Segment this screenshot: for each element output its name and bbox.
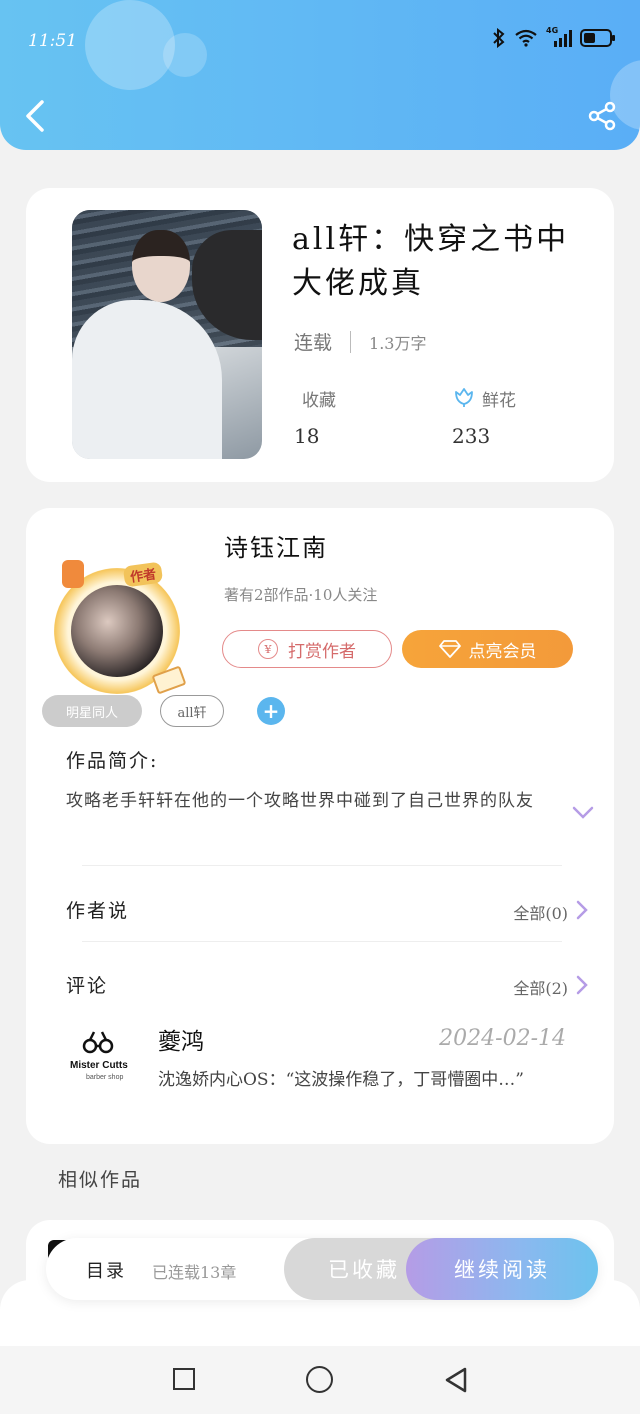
similar-works-label: 相似作品 (58, 1169, 143, 1191)
author-avatar[interactable]: 作者 (54, 560, 187, 695)
flowers-value: 233 (452, 424, 491, 448)
favorites-value: 18 (294, 424, 320, 448)
comments-all-link[interactable]: 全部(2) (513, 975, 568, 999)
flower-icon (455, 388, 473, 407)
yen-icon: ¥ (258, 639, 278, 659)
details-card: 作者 诗钰江南 著有2部作品·10人关注 ¥ 打赏作者 点亮会员 明星同人 al… (26, 508, 614, 1144)
book-title: all轩：快穿之书中大佬成真 (292, 222, 570, 301)
diamond-icon (438, 640, 461, 658)
signal-icon: 4G (546, 26, 572, 48)
home-nav-icon[interactable] (306, 1366, 333, 1393)
status-icons: 4G (492, 26, 616, 48)
back-nav-icon[interactable] (443, 1366, 469, 1394)
status-time: 11:51 (28, 31, 77, 51)
mustache-icon (82, 1031, 114, 1054)
meta-divider (350, 330, 352, 353)
book-status: 连载 (294, 332, 333, 354)
toc-button[interactable]: 目录 (86, 1257, 126, 1283)
share-icon[interactable] (586, 100, 618, 132)
decor-bubble (85, 0, 175, 90)
favorites-label: 收藏 (302, 391, 336, 411)
tag-chip[interactable]: all轩 (160, 695, 224, 727)
continue-reading-button[interactable]: 继续阅读 (406, 1238, 598, 1300)
vip-button[interactable]: 点亮会员 (402, 630, 573, 668)
book-word-count: 1.3万字 (369, 333, 427, 353)
commenter-avatar[interactable]: Mister Cutts barber shop (66, 1028, 130, 1092)
tag-chip[interactable]: 明星同人 (42, 695, 142, 727)
comment-text[interactable]: 沈逸娇内心OS：“这波操作稳了，丁哥懵圈中…” (158, 1066, 568, 1094)
back-icon[interactable] (22, 98, 50, 134)
flowers-label: 鲜花 (482, 391, 516, 411)
tip-author-button[interactable]: ¥ 打赏作者 (222, 630, 392, 668)
lantern-decor (62, 560, 84, 588)
divider (82, 941, 562, 942)
bluetooth-icon (493, 28, 505, 48)
recents-nav-icon[interactable] (173, 1368, 195, 1390)
commenter-logo-sub: barber shop (86, 1074, 124, 1081)
comments-label: 评论 (66, 975, 109, 997)
battery-icon (580, 29, 615, 47)
intro-label: 作品简介: (66, 750, 159, 772)
add-tag-button[interactable]: + (257, 697, 285, 725)
bottom-action-bar: 目录 已连载13章 已收藏 继续阅读 (46, 1238, 598, 1300)
divider (82, 865, 562, 866)
header: 11:51 4G (0, 0, 640, 150)
chevron-right-icon[interactable] (576, 900, 588, 920)
chapter-count: 已连载13章 (152, 1263, 237, 1282)
chevron-down-icon[interactable] (572, 806, 594, 820)
tip-author-label: 打赏作者 (288, 641, 356, 662)
decor-bubble (163, 33, 207, 77)
wifi-icon (515, 29, 537, 47)
chevron-right-icon[interactable] (576, 975, 588, 995)
vip-button-label: 点亮会员 (468, 641, 537, 662)
author-name[interactable]: 诗钰江南 (224, 528, 328, 563)
book-cover[interactable] (72, 210, 262, 459)
intro-text: 攻略老手轩轩在他的一个攻略世界中碰到了自己世界的队友 (66, 791, 534, 811)
comment-date: 2024-02-14 (439, 1026, 566, 1051)
book-info-card: all轩：快穿之书中大佬成真 连载 1.3万字 收藏 18 鲜花 233 (26, 188, 614, 482)
author-says-label: 作者说 (66, 900, 130, 922)
system-nav-bar (0, 1346, 640, 1414)
book-meta: 连载 1.3万字 (294, 328, 426, 355)
author-stats: 著有2部作品·10人关注 (224, 586, 378, 604)
commenter-logo-title: Mister Cutts (70, 1060, 128, 1071)
author-says-all-link[interactable]: 全部(0) (513, 900, 568, 924)
commenter-name[interactable]: 夔鸿 (158, 1022, 204, 1056)
